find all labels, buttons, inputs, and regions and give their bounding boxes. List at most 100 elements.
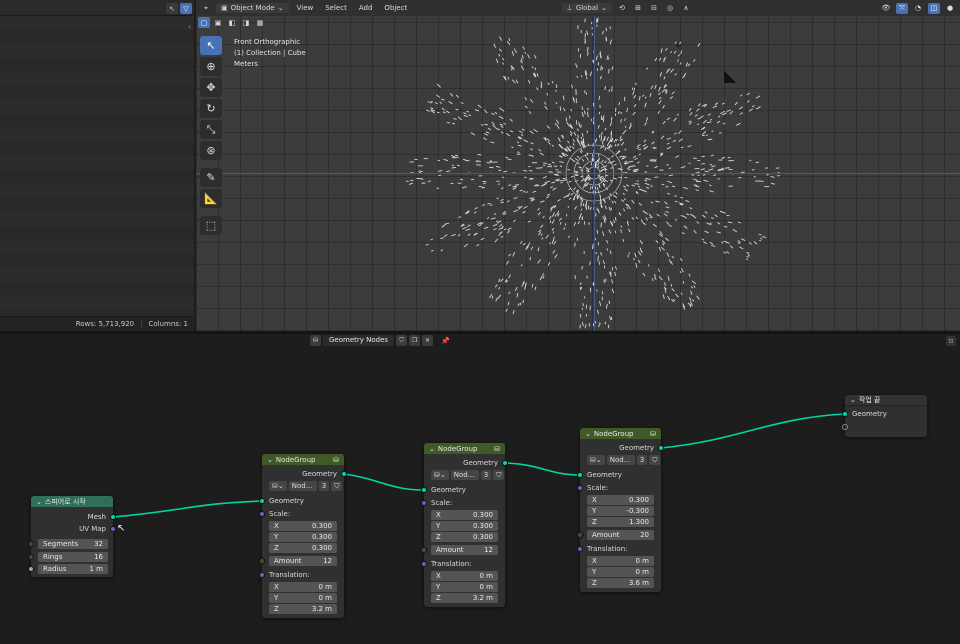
nodegroup-datablock-selector[interactable]: ⛁⌄ Nod... 3 ⛉ xyxy=(431,470,505,480)
nodegroup-name[interactable]: Nod... xyxy=(288,481,317,491)
node-header[interactable]: ⌄ NodeGroup ⛁ xyxy=(424,443,505,454)
xray-icon[interactable]: ◫ xyxy=(928,2,940,14)
geometry-input-socket[interactable] xyxy=(259,498,265,504)
duplicate-icon[interactable]: ❐ xyxy=(409,335,421,346)
shading-mode-icon[interactable]: ● xyxy=(944,3,956,14)
cursor-tool-icon[interactable]: ⊕ xyxy=(200,57,222,76)
nodegroup-name[interactable]: Nod... xyxy=(606,455,635,465)
mesh-output-socket[interactable] xyxy=(110,514,116,520)
scale-y-field[interactable]: Y -0.300 xyxy=(587,506,654,516)
fake-user-icon[interactable]: ⛉ xyxy=(649,455,661,465)
snap-icon[interactable]: ⊞ xyxy=(632,3,644,14)
close-icon[interactable]: ✕ xyxy=(422,335,434,346)
node-tree-browse-icon[interactable]: ⛁ xyxy=(310,335,321,346)
scale-tool-icon[interactable]: ⤡ xyxy=(200,120,222,139)
collapse-chevron-icon[interactable]: ⌄ xyxy=(429,445,435,453)
select-intersect-icon[interactable]: ▦ xyxy=(254,17,266,28)
geometry-input-socket[interactable] xyxy=(421,487,427,493)
add-cube-tool-icon[interactable]: ⬚ xyxy=(200,216,222,235)
spreadsheet-rows[interactable] xyxy=(0,16,194,316)
translation-z-field[interactable]: Z 3.2 m xyxy=(269,604,337,614)
transform-orientation-selector[interactable]: ⊥ Global ⌄ xyxy=(561,3,612,13)
translation-x-field[interactable]: X0 m xyxy=(431,571,498,581)
radius-field[interactable]: Radius 1 m xyxy=(38,564,108,574)
geometry-output-socket[interactable] xyxy=(658,445,664,451)
user-count[interactable]: 3 xyxy=(636,455,648,465)
nodegroup-node-1[interactable]: ⌄ NodeGroup ⛁ Geometry ⛁⌄ Nod... 3 ⛉ Geo… xyxy=(257,454,347,618)
fake-user-icon[interactable]: ⛉ xyxy=(331,481,343,491)
sidebar-toggle-icon[interactable]: ⊡ xyxy=(946,336,956,346)
scale-y-field[interactable]: Y 0.300 xyxy=(431,521,498,531)
select-subtract-icon[interactable]: ◧ xyxy=(226,17,238,28)
geometry-input-socket[interactable] xyxy=(577,472,583,478)
fake-user-icon[interactable]: ⛉ xyxy=(396,335,408,346)
node-header[interactable]: ⌄ 작업 끝 xyxy=(845,395,927,406)
select-tool-icon[interactable]: ↖ xyxy=(200,36,222,55)
pin-icon[interactable]: 📌 xyxy=(441,337,450,345)
node-tree-browse-icon[interactable]: ⛁⌄ xyxy=(431,470,449,480)
uv-sphere-node[interactable]: ⌄ 스피어로 시작 Mesh UV Map Segments 32 Rings 16… xyxy=(28,496,116,577)
light-icon[interactable]: ✦ xyxy=(674,41,682,52)
amount-field[interactable]: Amount 12 xyxy=(431,545,498,555)
collapse-chevron-icon[interactable]: ⌄ xyxy=(585,430,591,438)
segments-field[interactable]: Segments 32 xyxy=(38,539,108,549)
sidebar-collapse-icon[interactable]: ‹ xyxy=(188,22,194,32)
collapse-chevron-icon[interactable]: ⌄ xyxy=(267,456,273,464)
radius-input-socket[interactable] xyxy=(28,566,34,572)
scale-z-field[interactable]: Z 0.300 xyxy=(269,543,337,553)
scale-z-field[interactable]: Z 0.300 xyxy=(431,532,498,542)
proportional-edit-icon[interactable]: ◎ xyxy=(664,3,676,14)
nodegroup-datablock-selector[interactable]: ⛁⌄ Nod... 3 ⛉ xyxy=(587,455,661,465)
scale-z-field[interactable]: Z 1.300 xyxy=(587,517,654,527)
user-count[interactable]: 3 xyxy=(318,481,330,491)
translation-y-field[interactable]: Y0 m xyxy=(269,593,337,603)
nodegroup-node-2[interactable]: ⌄ NodeGroup ⛁ Geometry ⛁⌄ Nod... 3 ⛉ Geo… xyxy=(419,443,508,607)
select-invert-icon[interactable]: ◨ xyxy=(240,17,252,28)
node-header[interactable]: ⌄ NodeGroup ⛁ xyxy=(262,454,344,465)
node-header[interactable]: ⌄ NodeGroup ⛁ xyxy=(580,428,661,439)
geometry-output-socket[interactable] xyxy=(502,460,508,466)
scale-x-field[interactable]: X 0.300 xyxy=(269,521,337,531)
scale-y-field[interactable]: Y 0.300 xyxy=(269,532,337,542)
uv-output-socket[interactable] xyxy=(110,526,116,532)
rings-input-socket[interactable] xyxy=(28,554,34,560)
amount-field[interactable]: Amount 12 xyxy=(269,556,337,566)
menu-view[interactable]: View xyxy=(293,3,318,13)
node-tree-browse-icon[interactable]: ⛁⌄ xyxy=(587,455,605,465)
translation-z-field[interactable]: Z 3.2 m xyxy=(431,593,498,603)
selection-only-icon[interactable]: ↖ xyxy=(166,3,178,14)
menu-select[interactable]: Select xyxy=(321,3,351,13)
overlay-icon[interactable]: ◔ xyxy=(912,3,924,14)
menu-add[interactable]: Add xyxy=(355,3,377,13)
rotate-tool-icon[interactable]: ↻ xyxy=(200,99,222,118)
translation-y-field[interactable]: Y0 m xyxy=(587,567,654,577)
user-count[interactable]: 3 xyxy=(480,470,492,480)
snap-target-icon[interactable]: ⊟ xyxy=(648,3,660,14)
nodegroup-node-3[interactable]: ⌄ NodeGroup ⛁ Geometry ⛁⌄ Nod... 3 ⛉ Geo… xyxy=(575,428,664,592)
transform-tool-icon[interactable]: ⊛ xyxy=(200,141,222,160)
segments-input-socket[interactable] xyxy=(28,541,34,547)
menu-object[interactable]: Object xyxy=(380,3,411,13)
camera-icon[interactable]: ◣ xyxy=(724,66,736,85)
gizmo-icon[interactable]: ⤧ xyxy=(896,2,908,14)
3d-viewport[interactable] xyxy=(196,0,960,331)
editor-type-icon[interactable]: ⌖ xyxy=(200,3,212,14)
move-tool-icon[interactable]: ✥ xyxy=(200,78,222,97)
collapse-chevron-icon[interactable]: ⌄ xyxy=(850,396,856,404)
falloff-icon[interactable]: ∧ xyxy=(680,3,692,14)
scale-input-socket[interactable] xyxy=(421,500,427,506)
translation-input-socket[interactable] xyxy=(421,561,427,567)
translation-x-field[interactable]: X0 m xyxy=(269,582,337,592)
scale-x-field[interactable]: X 0.300 xyxy=(587,495,654,505)
empty-input-socket[interactable] xyxy=(842,424,848,430)
amount-field[interactable]: Amount 20 xyxy=(587,530,654,540)
mode-selector[interactable]: ▣ Object Mode ⌄ xyxy=(216,3,289,13)
geometry-input-socket[interactable] xyxy=(842,411,848,417)
fake-user-icon[interactable]: ⛉ xyxy=(493,470,505,480)
filter-icon[interactable]: ▽ xyxy=(180,3,192,14)
node-tree-browse-icon[interactable]: ⛁⌄ xyxy=(269,481,287,491)
geometry-output-socket[interactable] xyxy=(341,471,347,477)
node-header[interactable]: ⌄ 스피어로 시작 xyxy=(31,496,113,507)
translation-z-field[interactable]: Z 3.6 m xyxy=(587,578,654,588)
nodegroup-datablock-selector[interactable]: ⛁⌄ Nod... 3 ⛉ xyxy=(269,481,343,491)
